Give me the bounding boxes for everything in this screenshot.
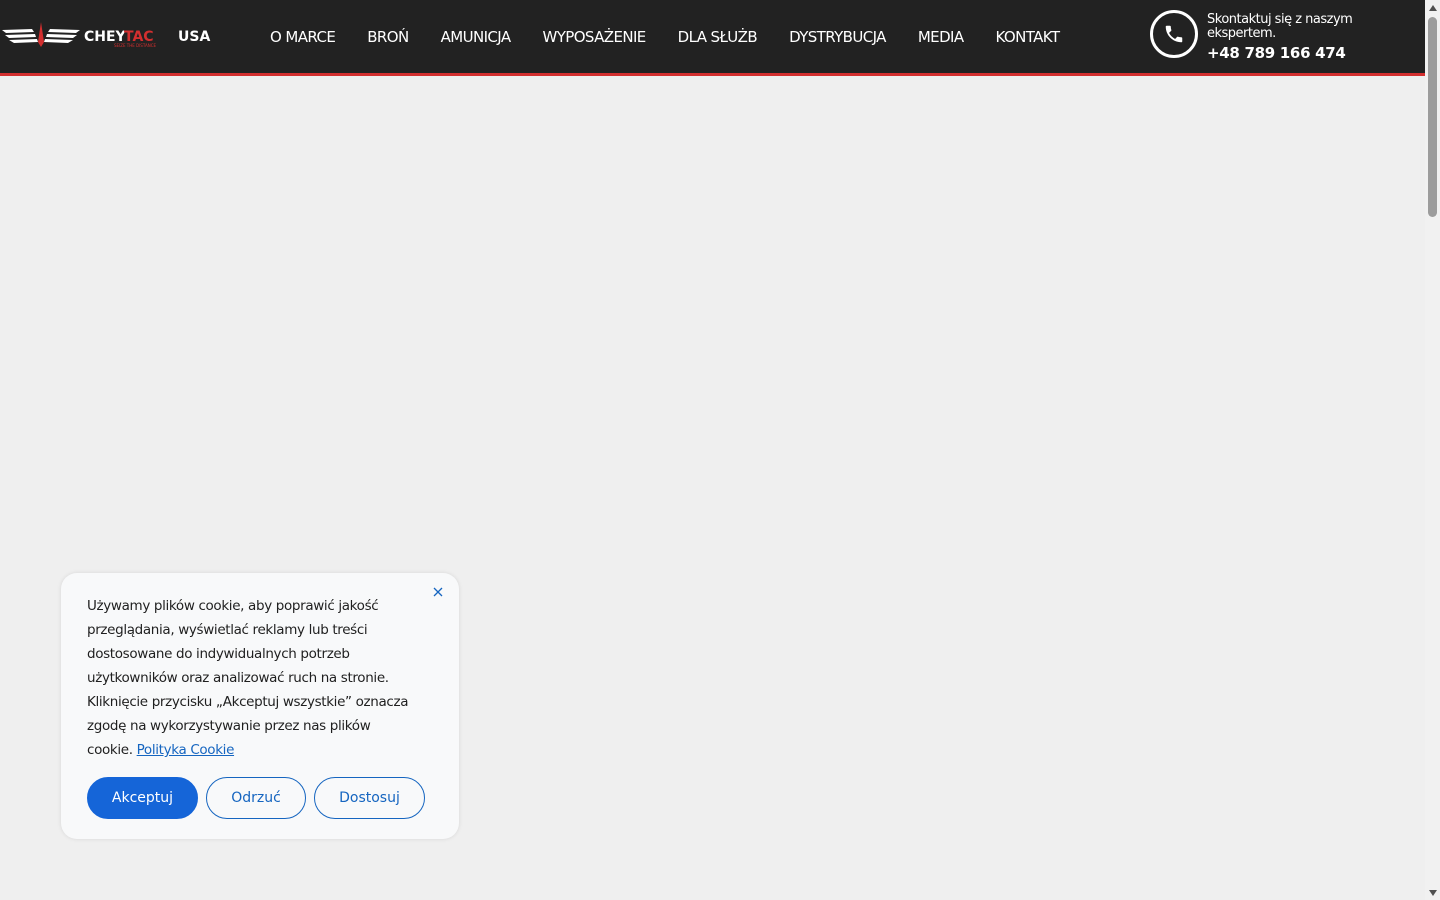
nav-item-amunicja[interactable]: AMUNICJA bbox=[441, 28, 512, 46]
scroll-down-arrow-icon[interactable] bbox=[1425, 885, 1440, 900]
phone-icon[interactable] bbox=[1150, 10, 1198, 58]
nav-item-dla-sluzb[interactable]: DLA SŁUŻB bbox=[678, 28, 758, 46]
logo-tagline: SEIZE THE DISTANCE bbox=[114, 43, 156, 48]
nav-item-kontakt[interactable]: KONTAKT bbox=[996, 28, 1061, 46]
close-icon[interactable] bbox=[431, 584, 445, 598]
accept-cookies-button[interactable]: Akceptuj bbox=[87, 777, 198, 819]
cookie-consent-banner: Używamy plików cookie, aby poprawić jako… bbox=[61, 573, 459, 839]
site-header: CHEY TAC USA SEIZE THE DISTANCE O MARCE … bbox=[0, 0, 1425, 76]
cookie-message-text: Używamy plików cookie, aby poprawić jako… bbox=[87, 598, 409, 758]
main-nav: O MARCE BROŃ AMUNICJA WYPOSAŻENIE DLA SŁ… bbox=[270, 0, 1091, 73]
nav-item-bron[interactable]: BROŃ bbox=[367, 28, 409, 46]
nav-item-wyposazenie[interactable]: WYPOSAŻENIE bbox=[542, 28, 646, 46]
cheytac-logo[interactable]: CHEY TAC USA SEIZE THE DISTANCE bbox=[2, 20, 220, 50]
cookie-policy-link[interactable]: Polityka Cookie bbox=[137, 742, 235, 758]
nav-item-o-marce[interactable]: O MARCE bbox=[270, 28, 336, 46]
nav-item-dystrybucja[interactable]: DYSTRYBUCJA bbox=[789, 28, 886, 46]
contact-label: Skontaktuj się z naszym ekspertem. bbox=[1207, 12, 1353, 41]
customize-cookies-button[interactable]: Dostosuj bbox=[314, 777, 425, 819]
scrollbar-thumb[interactable] bbox=[1428, 17, 1437, 217]
reject-cookies-button[interactable]: Odrzuć bbox=[206, 777, 306, 819]
page-scrollbar[interactable] bbox=[1425, 0, 1440, 900]
nav-item-media[interactable]: MEDIA bbox=[918, 28, 964, 46]
cookie-message: Używamy plików cookie, aby poprawić jako… bbox=[87, 594, 417, 762]
scroll-up-arrow-icon[interactable] bbox=[1425, 0, 1440, 15]
header-contact[interactable]: Skontaktuj się z naszym ekspertem. +48 7… bbox=[1150, 9, 1410, 62]
contact-phone-number[interactable]: +48 789 166 474 bbox=[1207, 44, 1346, 62]
logo-brand-usa: USA bbox=[178, 29, 210, 45]
